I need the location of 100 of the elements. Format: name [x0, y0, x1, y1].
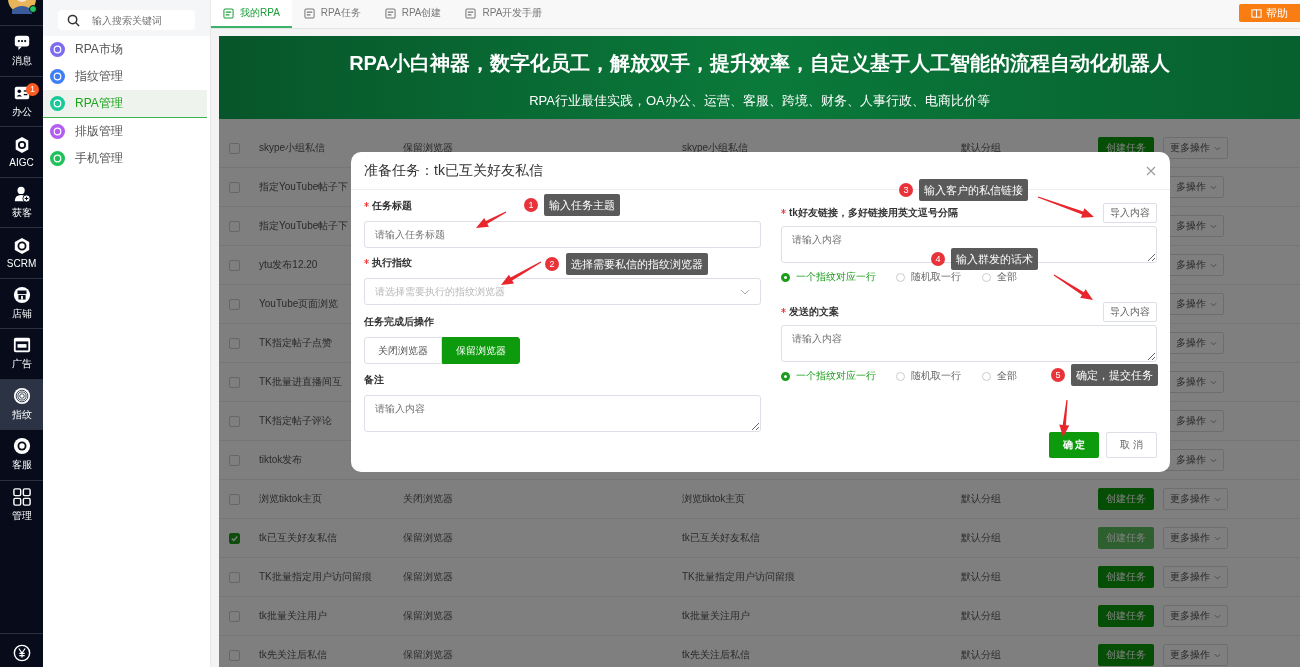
- more-actions-button[interactable]: 更多操作: [1163, 566, 1228, 588]
- radio-option[interactable]: 随机取一行: [896, 270, 962, 284]
- input-field[interactable]: 请输入任务标题: [364, 221, 761, 248]
- segment-button[interactable]: 关闭浏览器: [364, 337, 442, 364]
- text-area[interactable]: 请输入内容: [364, 395, 761, 432]
- window-icon: [12, 336, 31, 355]
- table-cell: 关闭浏览器: [403, 493, 453, 504]
- radio-option[interactable]: 一个指纹对应一行: [781, 369, 876, 383]
- chevron-down-icon: [1214, 651, 1221, 659]
- chevron-down-icon: [740, 288, 750, 295]
- table-cell: 浏览tiktok主页: [259, 493, 323, 504]
- more-actions-button[interactable]: 更多操作: [1163, 644, 1228, 666]
- search-icon: [67, 14, 80, 27]
- step-badge: 1: [524, 198, 538, 212]
- row-checkbox[interactable]: [228, 532, 240, 544]
- tab[interactable]: RPA任务: [291, 0, 373, 28]
- table-cell: TK批量进直播间互: [259, 376, 342, 387]
- rail-item[interactable]: 指纹: [0, 378, 43, 429]
- row-checkbox[interactable]: [228, 610, 240, 622]
- field-label: tk好友链接，多好链接用英文逗号分隔: [789, 206, 958, 220]
- table-cell: 默认分组: [961, 493, 1001, 504]
- table-cell: 默认分组: [961, 610, 1001, 621]
- row-checkbox[interactable]: [228, 142, 240, 154]
- chevron-down-icon: [1210, 339, 1217, 347]
- cancel-button[interactable]: 取 消: [1106, 432, 1157, 458]
- row-checkbox[interactable]: [228, 181, 240, 193]
- radio-option[interactable]: 一个指纹对应一行: [781, 270, 876, 284]
- table-cell: 默认分组: [961, 649, 1001, 660]
- select-field[interactable]: 请选择需要执行的指纹浏览器: [364, 278, 761, 305]
- more-actions-button[interactable]: 更多操作: [1163, 527, 1228, 549]
- table-cell: 保留浏览器: [403, 142, 453, 153]
- chevron-down-icon: [1214, 573, 1221, 581]
- arrow: [501, 261, 542, 285]
- sidebar-item[interactable]: RPA市场: [43, 36, 210, 63]
- close-icon[interactable]: [1146, 165, 1156, 176]
- create-task-button[interactable]: 创建任务: [1098, 644, 1154, 666]
- sidebar-item[interactable]: 指纹管理: [43, 63, 210, 90]
- field-label: 任务标题: [372, 199, 412, 213]
- create-task-button[interactable]: 创建任务: [1098, 605, 1154, 627]
- table-cell: tk先关注后私信: [682, 649, 750, 660]
- table-cell: 保留浏览器: [403, 532, 453, 543]
- tooltip: 输入客户的私信链接: [919, 179, 1028, 201]
- table-cell: 浏览tiktok主页: [682, 493, 746, 504]
- sidebar-item[interactable]: 排版管理: [43, 118, 210, 145]
- help-button[interactable]: 帮助: [1239, 4, 1300, 22]
- table-cell: tk已互关好友私信: [259, 532, 337, 543]
- more-actions-button[interactable]: 更多操作: [1163, 137, 1228, 159]
- table-cell: skype小组私信: [259, 142, 326, 153]
- chevron-down-icon: [1214, 612, 1221, 620]
- table-cell: YouTube页面浏览: [259, 298, 339, 309]
- more-actions-button[interactable]: 更多操作: [1163, 605, 1228, 627]
- table-cell: 默认分组: [961, 532, 1001, 543]
- row-checkbox[interactable]: [228, 298, 240, 310]
- table-cell: 指定YouTube帖子下: [259, 181, 349, 192]
- tab[interactable]: RPA开发手册: [453, 0, 555, 28]
- import-button[interactable]: 导入内容: [1103, 302, 1157, 322]
- radio-option[interactable]: 全部: [982, 369, 1048, 383]
- row-checkbox[interactable]: [228, 337, 240, 349]
- table-cell: 默认分组: [961, 142, 1001, 153]
- import-button[interactable]: 导入内容: [1103, 203, 1157, 223]
- sidebar-item[interactable]: RPA管理: [43, 90, 207, 118]
- table-cell: TK指定帖子点赞: [259, 337, 332, 348]
- more-actions-button[interactable]: 更多操作: [1163, 488, 1228, 510]
- sidebar-item[interactable]: 手机管理: [43, 145, 210, 172]
- row-checkbox[interactable]: [228, 415, 240, 427]
- step-badge: 5: [1051, 368, 1065, 382]
- row-checkbox[interactable]: [228, 376, 240, 388]
- step-badge: 2: [545, 257, 559, 271]
- row-checkbox[interactable]: [228, 220, 240, 232]
- field-label: 发送的文案: [789, 305, 839, 319]
- chevron-down-icon: [1214, 495, 1221, 503]
- table-cell: TK批量指定用户访问留痕: [259, 571, 372, 582]
- chevron-down-icon: [1210, 417, 1217, 425]
- arrow: [1059, 399, 1070, 437]
- document-icon: [303, 7, 315, 19]
- radio-option[interactable]: 随机取一行: [896, 369, 962, 383]
- chevron-down-icon: [1210, 222, 1217, 230]
- yen-coin-icon[interactable]: [12, 644, 31, 662]
- document-icon: [465, 7, 477, 19]
- row-checkbox[interactable]: [228, 259, 240, 271]
- confirm-button[interactable]: 确 定: [1049, 432, 1099, 458]
- table-cell: TK指定帖子评论: [259, 415, 332, 426]
- radio-option[interactable]: 全部: [982, 270, 1048, 284]
- text-area[interactable]: 请输入内容: [781, 325, 1157, 362]
- row-checkbox[interactable]: [228, 571, 240, 583]
- document-icon: [384, 7, 396, 19]
- tab[interactable]: 我的RPA: [211, 0, 292, 28]
- segment-button[interactable]: 保留浏览器: [442, 337, 520, 364]
- create-task-button[interactable]: 创建任务: [1098, 566, 1154, 588]
- avatar[interactable]: [6, 0, 37, 14]
- create-task-button[interactable]: 创建任务: [1098, 488, 1154, 510]
- search-field[interactable]: 输入搜索关键词: [58, 10, 195, 30]
- row-checkbox[interactable]: [228, 493, 240, 505]
- arrow: [1037, 196, 1094, 218]
- row-checkbox[interactable]: [228, 649, 240, 661]
- table-cell: tiktok发布: [259, 454, 303, 465]
- chevron-down-icon: [1214, 144, 1221, 152]
- row-checkbox[interactable]: [228, 454, 240, 466]
- tab[interactable]: RPA创建: [372, 0, 454, 28]
- arrow: [476, 211, 507, 228]
